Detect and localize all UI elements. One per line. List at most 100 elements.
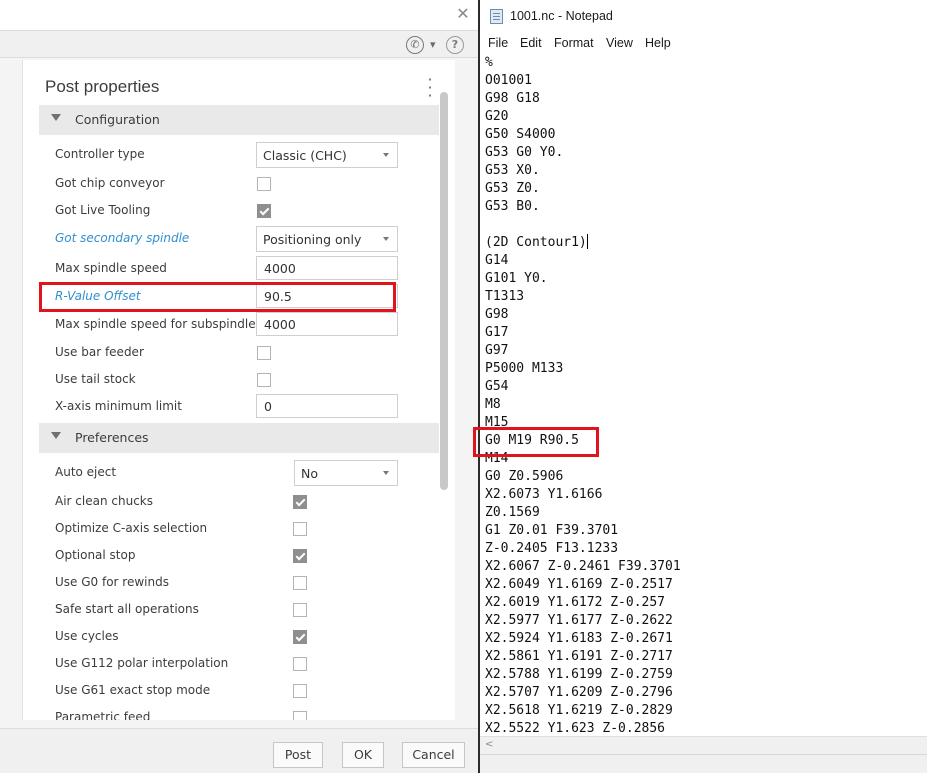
code-line: X2.6019 Y1.6172 Z-0.257 [485,594,925,612]
code-line: T1313 [485,288,925,306]
code-line: G98 G18 [485,90,925,108]
post-button[interactable]: Post [273,742,323,768]
safe-start-checkbox[interactable] [293,603,307,617]
code-line: G53 X0. [485,162,925,180]
row-pref-7: Use G61 exact stop mode [39,678,439,704]
code-line-text: Z-0.2405 F13.1233 [485,541,619,556]
max-spindle-speed-input[interactable]: 4000 [256,256,398,280]
menu-view[interactable]: View [606,36,633,50]
menu-format[interactable]: Format [554,36,594,50]
cancel-button[interactable]: Cancel [402,742,465,768]
menu-file[interactable]: File [488,36,508,50]
code-line-text: P5000 M133 [485,361,564,376]
code-line: Z0.1569 [485,504,925,522]
dropdown-caret-icon [383,153,389,157]
code-line-text: G53 B0. [485,199,540,214]
use-bar-feeder-checkbox[interactable] [257,346,271,360]
code-line-text: G14 [485,253,509,268]
air-clean-chucks-checkbox[interactable] [293,495,307,509]
optional-stop-checkbox[interactable] [293,549,307,563]
phone-icon[interactable]: ✆ [406,36,424,54]
row-pref-5: Use cycles [39,624,439,650]
got-live-tooling-checkbox[interactable] [257,204,271,218]
row-max-spindle-speed-sub: Max spindle speed for subspindle 4000 [39,312,439,338]
code-line: G50 S4000 [485,126,925,144]
panel-scrollbar[interactable] [440,92,448,490]
code-line: G53 G0 Y0. [485,144,925,162]
parametric-feed-checkbox[interactable] [293,711,307,720]
panel-title: Post properties [45,77,160,96]
code-line-text: X2.5924 Y1.6183 Z-0.2671 [485,631,673,646]
code-line: G17 [485,324,925,342]
code-line-text: % [485,55,493,70]
use-g0-rewinds-checkbox[interactable] [293,576,307,590]
close-icon[interactable]: ✕ [455,6,471,22]
code-line: X2.5707 Y1.6209 Z-0.2796 [485,684,925,702]
r90-line-highlight [473,427,599,457]
ok-button[interactable]: OK [342,742,384,768]
status-bar [480,754,927,773]
code-line-text: X2.6019 Y1.6172 Z-0.257 [485,595,666,610]
text-editor-area[interactable]: % O01001 G98 G18 G20 G50 S4000 G53 G0 Y0. G53 … [485,54,925,736]
kebab-menu-icon[interactable]: · · · [423,72,437,104]
help-icon[interactable]: ? [446,36,464,54]
code-line: (2D Contour1) [485,234,925,252]
code-line-text: G53 X0. [485,163,540,178]
use-g112-checkbox[interactable] [293,657,307,671]
code-line: G53 B0. [485,198,925,216]
code-line-text: T1313 [485,289,525,304]
scroll-left-arrow-icon[interactable]: < [485,739,493,750]
dialog-footer: Post OK Cancel [0,728,478,773]
use-tail-stock-checkbox[interactable] [257,373,271,387]
row-got-secondary-spindle: Got secondary spindle Positioning only [39,226,439,252]
code-line: X2.5977 Y1.6177 Z-0.2622 [485,612,925,630]
code-line: X2.5522 Y1.623 Z-0.2856 [485,720,925,736]
auto-eject-select[interactable]: No [294,460,398,486]
code-line: G14 [485,252,925,270]
code-line-text: X2.6073 Y1.6166 [485,487,603,502]
code-line-text: G17 [485,325,509,340]
row-pref-3: Use G0 for rewinds [39,570,439,596]
code-line: % [485,54,925,72]
code-line: X2.6067 Z-0.2461 F39.3701 [485,558,925,576]
code-line: G0 Z0.5906 [485,468,925,486]
code-line-text: Z0.1569 [485,505,540,520]
code-line: X2.6049 Y1.6169 Z-0.2517 [485,576,925,594]
code-line-text: M8 [485,397,501,412]
menu-edit[interactable]: Edit [520,36,542,50]
code-line: G98 [485,306,925,324]
row-auto-eject: Auto eject No [39,460,439,486]
code-line: G54 [485,378,925,396]
code-line-text: G54 [485,379,509,394]
row-pref-2: Optional stop [39,543,439,569]
use-cycles-checkbox[interactable] [293,630,307,644]
section-preferences[interactable]: Preferences [39,423,439,453]
code-line-text: X2.5861 Y1.6191 Z-0.2717 [485,649,673,664]
use-g61-checkbox[interactable] [293,684,307,698]
secondary-spindle-select[interactable]: Positioning only [256,226,398,252]
code-line-text: X2.6067 Z-0.2461 F39.3701 [485,559,681,574]
code-line: X2.5788 Y1.6199 Z-0.2759 [485,666,925,684]
row-controller-type: Controller type Classic (CHC) [39,142,439,168]
horizontal-scrollbar[interactable]: < [480,736,927,754]
code-line: G20 [485,108,925,126]
row-got-live-tooling: Got Live Tooling [39,198,439,224]
dropdown-caret-icon [383,237,389,241]
code-line-text: X2.5788 Y1.6199 Z-0.2759 [485,667,673,682]
row-pref-0: Air clean chucks [39,489,439,515]
code-line: G1 Z0.01 F39.3701 [485,522,925,540]
menu-help[interactable]: Help [645,36,671,50]
optimize-c-axis-checkbox[interactable] [293,522,307,536]
row-use-bar-feeder: Use bar feeder [39,340,439,366]
code-line-text: G97 [485,343,509,358]
got-chip-conveyor-checkbox[interactable] [257,177,271,191]
chevron-down-icon[interactable]: ▾ [430,36,436,54]
section-configuration[interactable]: Configuration [39,105,439,135]
post-properties-dialog: ✕ ✆ ▾ ? Post properties · · · Configuratio… [0,0,478,773]
x-axis-min-limit-input[interactable]: 0 [256,394,398,418]
row-pref-4: Safe start all operations [39,597,439,623]
text-caret [586,234,588,249]
controller-type-select[interactable]: Classic (CHC) [256,142,398,168]
max-spindle-speed-sub-input[interactable]: 4000 [256,312,398,336]
